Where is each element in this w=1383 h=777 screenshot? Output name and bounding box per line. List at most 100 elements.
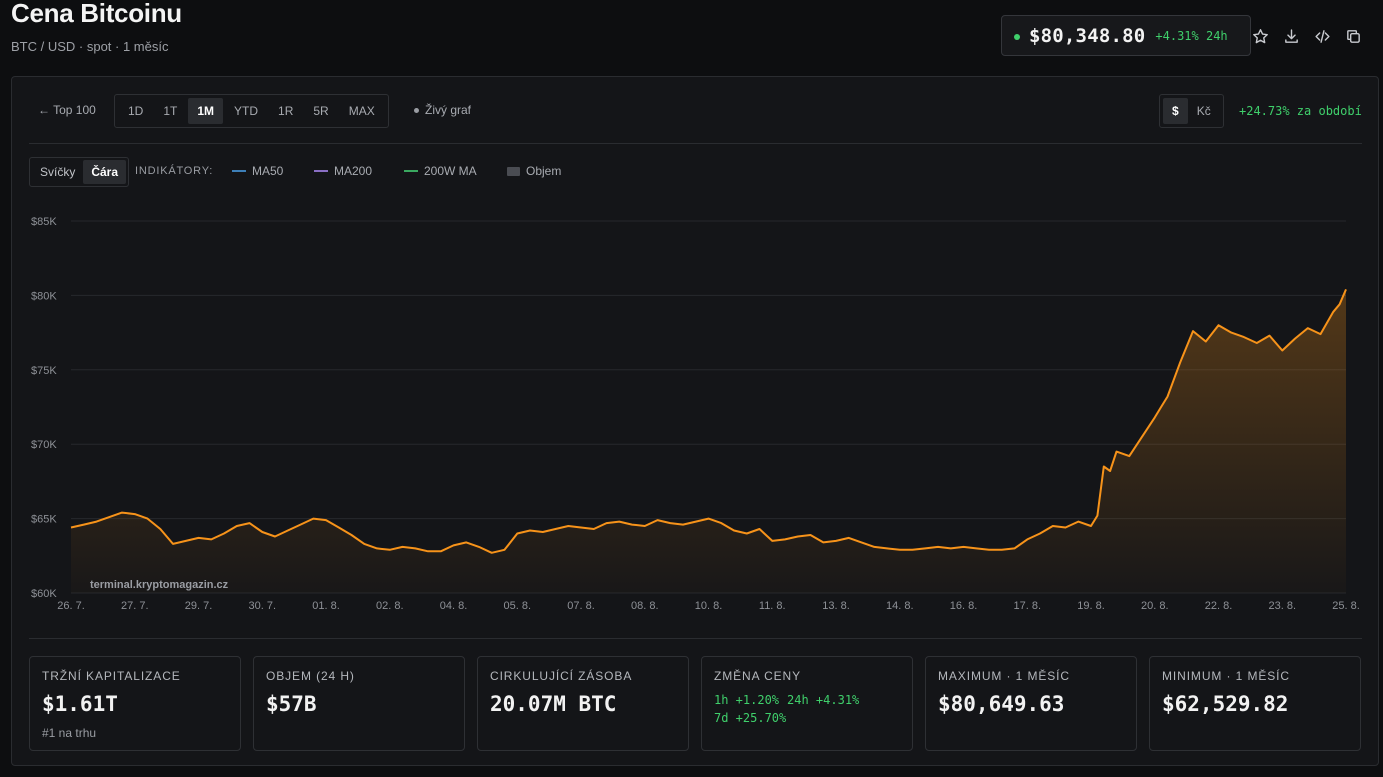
x-tick-label: 02. 8. — [376, 600, 404, 612]
y-tick-label: $80K — [31, 290, 57, 302]
range-selector: 1D 1T 1M YTD 1R 5R MAX — [114, 94, 389, 128]
range-button-1m[interactable]: 1M — [188, 98, 224, 124]
indicator-ma200[interactable]: MA200 — [314, 164, 372, 178]
indicator-200w-ma[interactable]: 200W MA — [404, 164, 477, 178]
indicator-ma200-label: MA200 — [334, 164, 373, 178]
x-tick-label: 14. 8. — [886, 600, 914, 612]
x-tick-label: 19. 8. — [1077, 600, 1105, 612]
price-change-24h: +4.31% 24h — [1155, 28, 1228, 43]
y-tick-label: $85K — [31, 216, 57, 228]
indicators-label: INDIKÁTORY: — [135, 165, 214, 177]
stats-row: TRŽNÍ KAPITALIZACE $1.61T #1 na trhu OBJEM … — [29, 656, 1362, 751]
stat-value: 20.07M BTC — [490, 692, 617, 716]
toolbar-divider — [29, 143, 1362, 144]
stat-subtext: #1 na trhu — [42, 726, 97, 740]
y-tick-label: $65K — [31, 514, 57, 526]
range-button-max[interactable]: MAX — [340, 98, 384, 124]
stat-label: MINIMUM · 1 MĚSÍC — [1162, 669, 1290, 683]
x-tick-label: 17. 8. — [1013, 600, 1041, 612]
download-icon[interactable] — [1281, 26, 1301, 46]
live-chart-toggle[interactable]: Živý graf — [414, 103, 471, 117]
stats-divider — [29, 638, 1362, 639]
price-chart-svg: $60K $65K $70K $75K $80K $85K 26. 7. 27. 7. 29. … — [31, 216, 1360, 612]
star-icon[interactable] — [1250, 26, 1270, 46]
price-change-7d: 7d +25.70% — [714, 711, 787, 725]
indicator-ma50[interactable]: MA50 — [232, 164, 283, 178]
live-indicator-dot — [1014, 33, 1020, 40]
chart-toolbar: ← Top 100 1D 1T 1M YTD 1R 5R MAX Živý graf $ Kč… — [29, 94, 1362, 128]
indicator-ma200-swatch — [314, 170, 328, 172]
stat-card-minimum-1-m-s-c: MINIMUM · 1 MĚSÍC $62,529.82 — [1149, 656, 1361, 751]
indicator-objem-swatch — [507, 166, 520, 176]
indicator-objem[interactable]: Objem — [507, 164, 561, 178]
range-button-5r[interactable]: 5R — [304, 98, 337, 124]
x-tick-label: 10. 8. — [695, 600, 723, 612]
back-to-top100-link[interactable]: ← Top 100 — [38, 103, 96, 117]
current-price: $80,348.80 — [1029, 24, 1146, 47]
price-chart: $60K $65K $70K $75K $80K $85K 26. 7. 27. 7. 29. … — [29, 202, 1365, 617]
stat-value: $80,649.63 — [938, 692, 1065, 716]
range-button-1d[interactable]: 1D — [119, 98, 152, 124]
live-chart-label: Živý graf — [425, 103, 472, 117]
chart-type-candles[interactable]: Svíčky — [32, 160, 83, 184]
x-tick-label: 07. 8. — [567, 600, 595, 612]
x-tick-label: 16. 8. — [950, 600, 978, 612]
y-tick-label: $70K — [31, 439, 57, 451]
x-tick-label: 05. 8. — [503, 600, 531, 612]
page-title: Cena Bitcoinu — [11, 0, 182, 28]
live-chart-dot-icon — [414, 107, 419, 113]
x-tick-label: 23. 8. — [1268, 600, 1296, 612]
chart-panel: ← Top 100 1D 1T 1M YTD 1R 5R MAX Živý graf $ Kč… — [11, 76, 1379, 766]
x-tick-label: 04. 8. — [440, 600, 468, 612]
x-tick-label: 22. 8. — [1205, 600, 1233, 612]
stat-value: $62,529.82 — [1162, 692, 1289, 716]
chart-type-selector: Svíčky Čára — [29, 157, 130, 187]
x-tick-label: 11. 8. — [759, 600, 786, 612]
stat-label: TRŽNÍ KAPITALIZACE — [42, 669, 181, 683]
x-tick-label: 13. 8. — [822, 600, 850, 612]
range-button-1r[interactable]: 1R — [269, 98, 302, 124]
price-change-24h: 24h +4.31% — [787, 693, 860, 707]
page-subtitle: BTC / USD · spot · 1 měsíc — [11, 39, 169, 54]
indicator-ma50-label: MA50 — [252, 164, 284, 178]
indicator-objem-label: Objem — [526, 164, 562, 178]
y-tick-label: $75K — [31, 365, 57, 377]
currency-button-usd[interactable]: $ — [1163, 98, 1188, 124]
currency-selector: $ Kč — [1159, 94, 1224, 128]
live-price-box: $80,348.80 +4.31% 24h — [1001, 15, 1251, 56]
stat-label: CIRKULUJÍCÍ ZÁSOBA — [490, 669, 633, 683]
stat-card-zm-na-ceny: ZMĚNA CENY 1h +1.20% 24h +4.31% 7d +25.70% — [701, 656, 913, 751]
range-button-ytd[interactable]: YTD — [225, 98, 267, 124]
x-tick-label: 20. 8. — [1141, 600, 1169, 612]
stat-value: $1.61T — [42, 692, 118, 716]
x-tick-label: 26. 7. — [57, 600, 85, 612]
chart-type-line[interactable]: Čára — [83, 160, 127, 184]
stat-card-maximum-1-m-s-c: MAXIMUM · 1 MĚSÍC $80,649.63 — [925, 656, 1137, 751]
x-tick-label: 30. 7. — [248, 600, 276, 612]
x-tick-label: 27. 7. — [121, 600, 149, 612]
indicator-200w-ma-label: 200W MA — [424, 164, 477, 178]
period-change: +24.73% za období — [1239, 104, 1362, 118]
stat-card-objem-24-h: OBJEM (24 H) $57B — [253, 656, 465, 751]
price-change-1h: 1h +1.20% — [714, 693, 780, 707]
copy-icon[interactable] — [1343, 26, 1363, 46]
y-tick-label: $60K — [31, 588, 57, 600]
x-tick-label: 01. 8. — [312, 600, 340, 612]
stat-card-tr-n-kapitalizace: TRŽNÍ KAPITALIZACE $1.61T #1 na trhu — [29, 656, 241, 751]
currency-button-czk[interactable]: Kč — [1188, 98, 1220, 124]
indicator-200w-ma-swatch — [404, 170, 418, 172]
indicator-row: Svíčky Čára INDIKÁTORY: MA50 MA200 200W MA O… — [29, 157, 929, 187]
stat-card-cirkuluj-c-z-soba: CIRKULUJÍCÍ ZÁSOBA 20.07M BTC — [477, 656, 689, 751]
header-actions — [1250, 26, 1363, 46]
stat-label: ZMĚNA CENY — [714, 669, 802, 683]
indicator-ma50-swatch — [232, 170, 246, 172]
range-button-1t[interactable]: 1T — [154, 98, 186, 124]
price-area-fill — [71, 289, 1346, 593]
stat-label: MAXIMUM · 1 MĚSÍC — [938, 669, 1070, 683]
code-embed-icon[interactable] — [1312, 26, 1332, 46]
stat-value: $57B — [266, 692, 317, 716]
chart-watermark: terminal.kryptomagazin.cz — [90, 579, 229, 591]
stat-label: OBJEM (24 H) — [266, 669, 355, 683]
page-header: Cena Bitcoinu BTC / USD · spot · 1 měsíc… — [11, 0, 1383, 70]
x-tick-label: 08. 8. — [631, 600, 659, 612]
